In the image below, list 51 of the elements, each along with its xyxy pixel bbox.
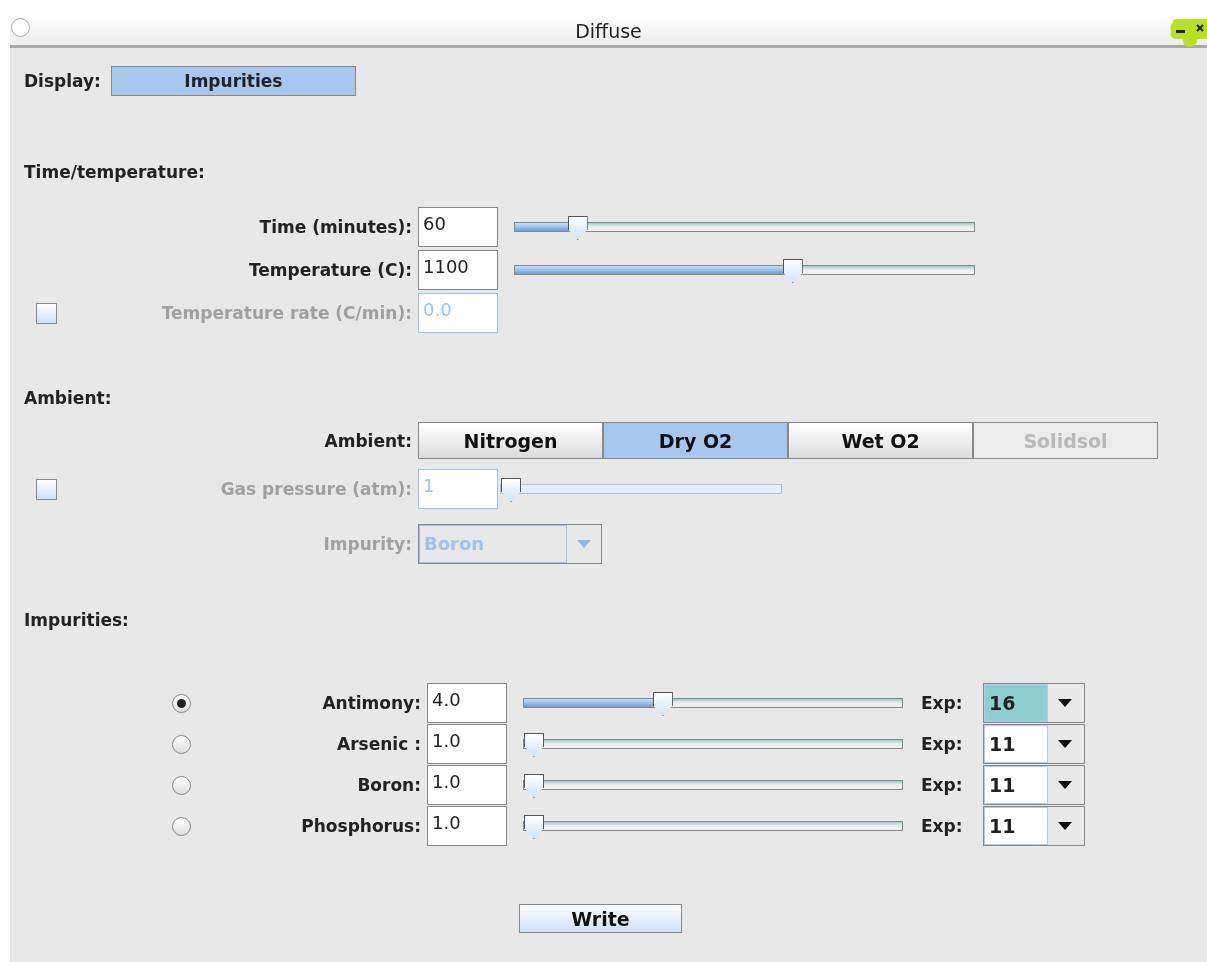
radio-button[interactable]: [172, 693, 191, 713]
write-button[interactable]: Write: [519, 904, 682, 933]
field-label: Phosphorus:: [300, 816, 422, 836]
ambient-toggle[interactable]: Dry O2: [603, 422, 788, 459]
slider-fill: [515, 223, 571, 231]
section-heading: Ambient:: [24, 388, 113, 408]
input-field[interactable]: 4.0: [427, 683, 507, 723]
field-label: Temperature rate (C/min):: [160, 303, 413, 323]
slider-thumb[interactable]: [652, 692, 673, 716]
caret-icon: [1058, 781, 1072, 789]
display-label: Display:: [24, 71, 101, 91]
exp-label: Exp:: [921, 775, 964, 795]
slider-thumb[interactable]: [567, 216, 588, 240]
input-field[interactable]: 1100: [418, 250, 498, 290]
field-label: Boron:: [356, 775, 422, 795]
exp-dropdown[interactable]: 16: [983, 683, 1085, 723]
caret-icon: [1058, 699, 1072, 707]
window-title: Diffuse: [575, 18, 642, 42]
exp-label: Exp:: [921, 816, 964, 836]
display-dropdown[interactable]: Impurities: [110, 66, 356, 96]
section-heading: Time/temperature:: [24, 162, 206, 182]
field-label: Antimony:: [321, 693, 422, 713]
slider-thumb[interactable]: [524, 733, 544, 757]
slider-thumb[interactable]: [782, 259, 803, 283]
field-label: Gas pressure (atm):: [219, 479, 413, 499]
field-label: Arsenic :: [336, 734, 422, 754]
exp-label: Exp:: [921, 734, 964, 754]
slider-thumb[interactable]: [524, 815, 544, 839]
input-field[interactable]: 1.0: [427, 765, 507, 805]
exp-dropdown[interactable]: 11: [983, 724, 1085, 764]
radio-button[interactable]: [172, 816, 191, 836]
caret-icon: [1058, 740, 1072, 748]
caret-icon: [1058, 822, 1072, 830]
section-heading: Impurities:: [24, 610, 130, 630]
field-label: Ambient:: [323, 430, 413, 451]
input-field[interactable]: 60: [418, 207, 498, 247]
exp-dropdown[interactable]: 11: [983, 806, 1085, 846]
ambient-toggle[interactable]: Nitrogen: [418, 422, 603, 459]
field-label: Time (minutes):: [258, 217, 413, 237]
exp-dropdown[interactable]: 11: [983, 765, 1085, 805]
input-field[interactable]: 1.0: [427, 724, 507, 764]
caret-icon: [577, 540, 591, 548]
exp-label: Exp:: [921, 693, 964, 713]
radio-button[interactable]: [172, 775, 191, 795]
slider-thumb[interactable]: [524, 774, 544, 798]
field-label: Impurity:: [322, 534, 413, 554]
window-controls-icon[interactable]: [1167, 17, 1207, 49]
radio-button[interactable]: [172, 734, 191, 754]
ambient-toggle[interactable]: Wet O2: [788, 422, 973, 459]
input-field[interactable]: 1.0: [427, 806, 507, 846]
field-label: Temperature (C):: [248, 260, 413, 280]
